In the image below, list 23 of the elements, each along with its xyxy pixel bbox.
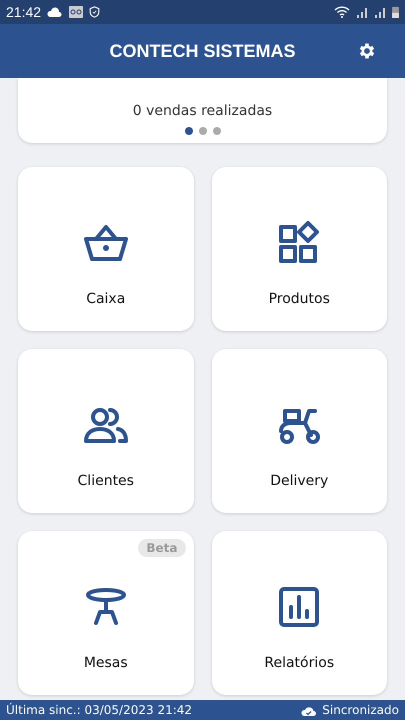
signal-icon bbox=[374, 6, 386, 18]
page-dot[interactable] bbox=[184, 127, 192, 135]
battery-icon bbox=[392, 6, 399, 18]
app-title: CONTECH SISTEMAS bbox=[109, 40, 296, 62]
menu-tile[interactable]: Clientes bbox=[18, 349, 194, 513]
clock: 21:42 bbox=[6, 4, 42, 20]
page-dot[interactable] bbox=[212, 127, 220, 135]
sales-count: 0 vendas realizadas bbox=[132, 103, 272, 119]
last-sync-text: Última sinc.: 03/05/2023 21:42 bbox=[6, 703, 192, 717]
shield-icon bbox=[89, 6, 100, 18]
beta-badge: Beta bbox=[138, 539, 186, 557]
menu-tile[interactable]: Caixa bbox=[18, 167, 194, 331]
voicemail-icon bbox=[69, 6, 84, 18]
menu-tile[interactable]: Delivery bbox=[212, 349, 387, 513]
sync-status: Sincronizado bbox=[322, 703, 399, 717]
wifi-icon bbox=[334, 6, 350, 18]
signal-icon bbox=[356, 6, 368, 18]
page-dot[interactable] bbox=[198, 127, 206, 135]
settings-icon[interactable] bbox=[357, 41, 377, 61]
menu-tile[interactable]: Produtos bbox=[212, 167, 387, 331]
menu-tile[interactable]: Relatórios bbox=[212, 531, 387, 695]
cloud-icon bbox=[47, 6, 64, 18]
menu-tile[interactable]: Beta Mesas bbox=[18, 531, 194, 695]
